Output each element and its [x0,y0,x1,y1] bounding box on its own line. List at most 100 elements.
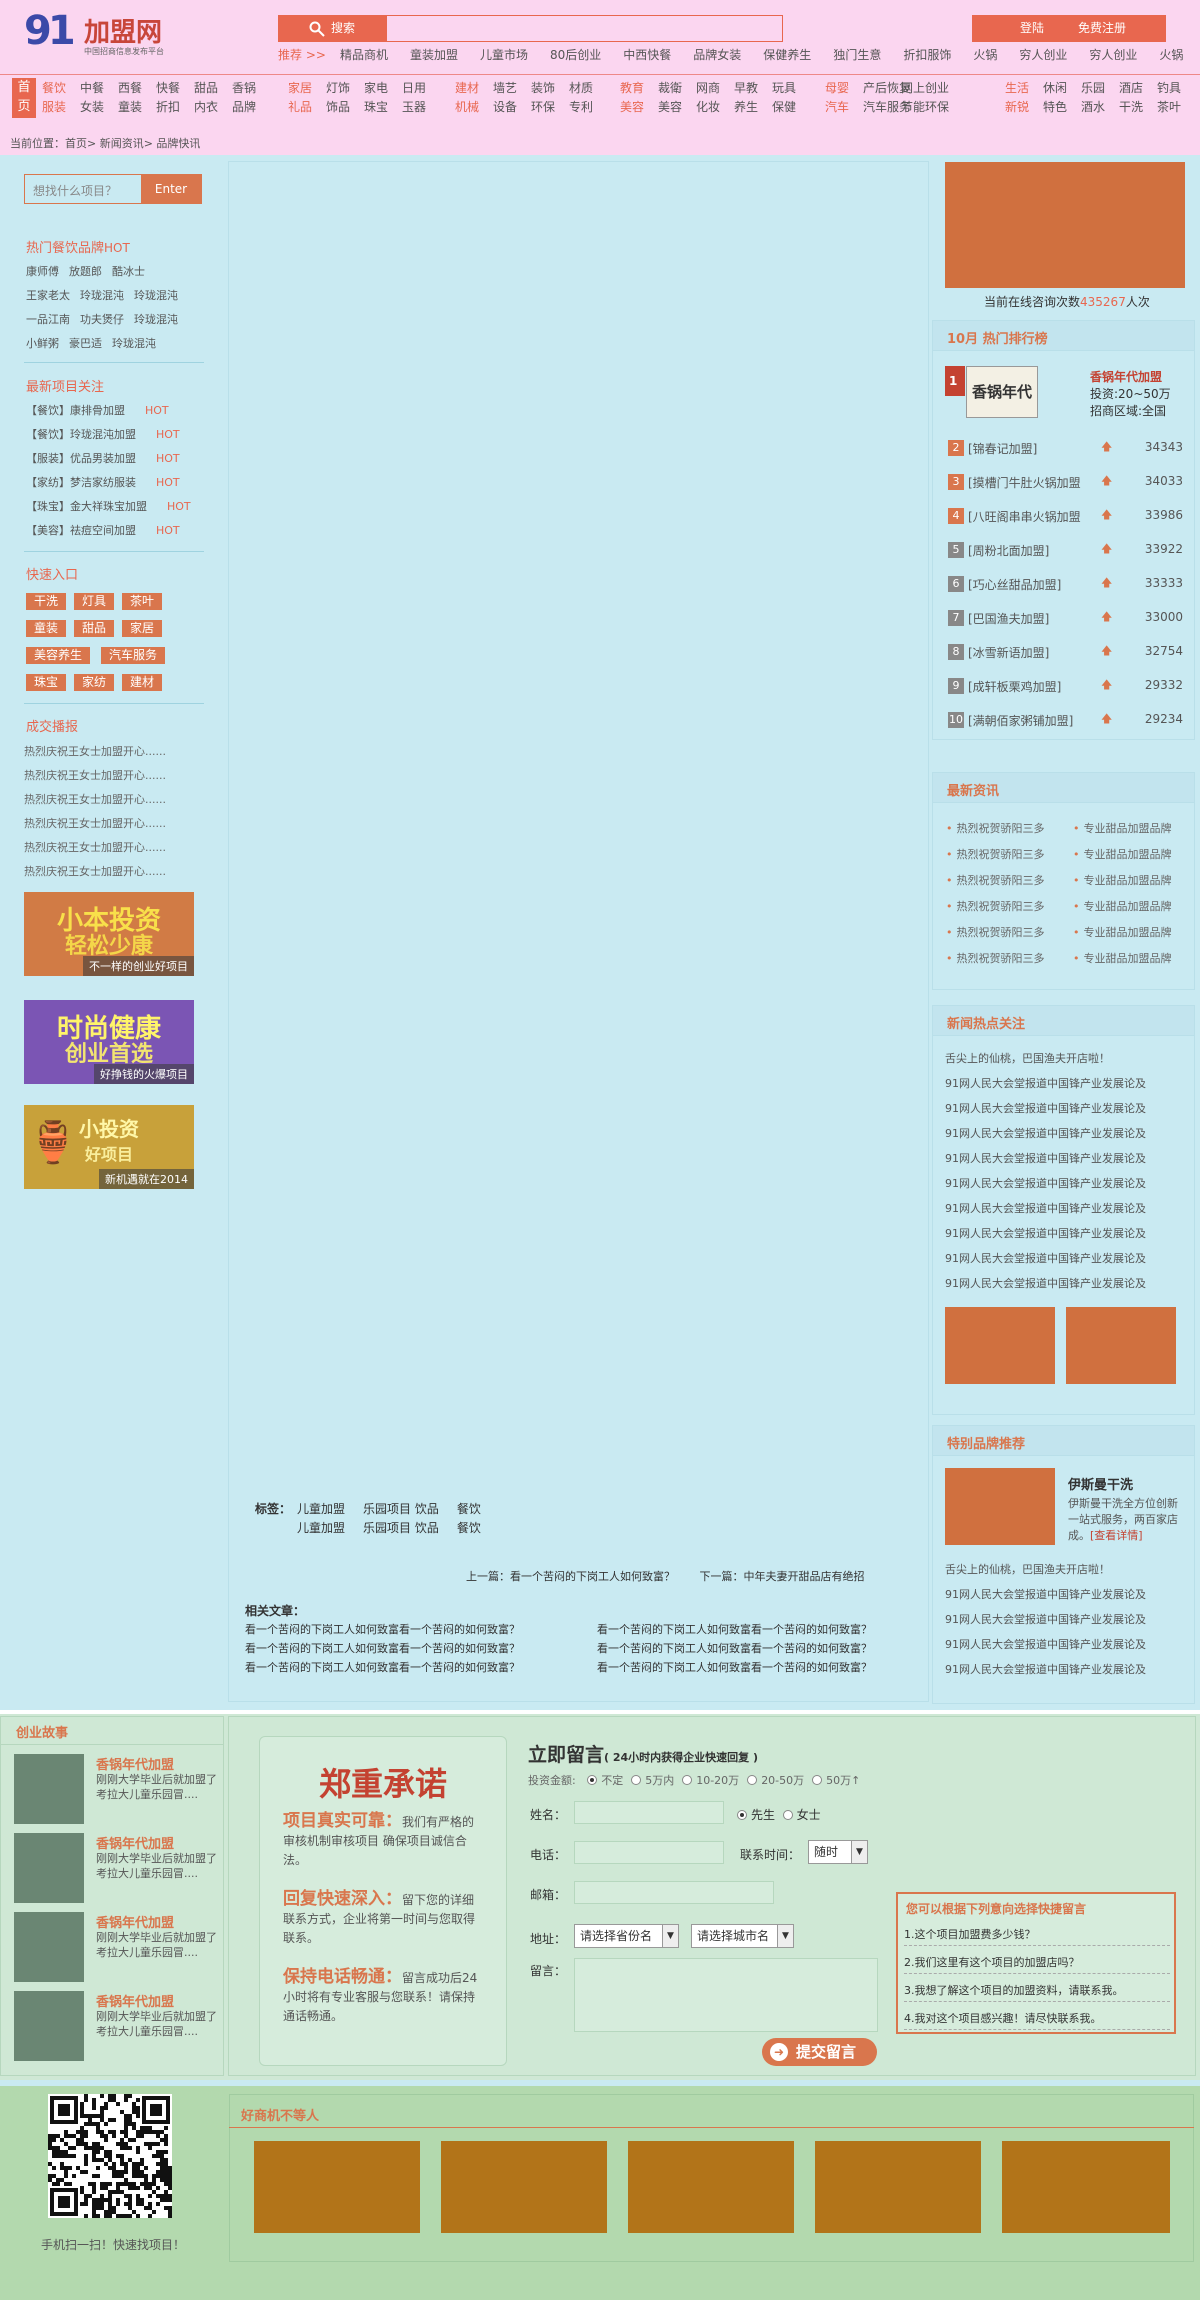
news-link[interactable]: 热烈祝贺骄阳三多 [946,846,1045,862]
news-link[interactable]: 热烈祝贺骄阳三多 [946,898,1045,914]
category-link[interactable]: 网上创业 [901,79,949,98]
category-link[interactable]: 西餐 [118,79,156,98]
category-link[interactable]: 快餐 [156,79,194,98]
quick-message-option[interactable]: 1.这个项目加盟费多少钱？ [904,1926,1170,1946]
goods-image[interactable] [254,2141,420,2233]
deal-item[interactable]: 热烈庆祝王女士加盟开心...... [24,863,166,879]
brand-more-link[interactable]: [查看详情] [1090,1529,1143,1542]
rank-name[interactable]: [巴国渔夫加盟] [968,610,1049,627]
category-link[interactable]: 节能环保 [901,98,949,117]
category-link[interactable]: 茶叶 [1157,98,1195,117]
brand-news-link[interactable]: 91网人民大会堂报道中国锋产业发展论及 [945,1636,1146,1652]
category-link[interactable]: 墙艺 [493,79,531,98]
name-input[interactable] [574,1801,724,1824]
rank-name[interactable]: [八旺阁串串火锅加盟 [968,508,1081,525]
recommend-link[interactable]: 童装加盟 [410,46,458,63]
news-link[interactable]: 专业甜品加盟品牌 [1073,898,1172,914]
hot-news-link[interactable]: 91网人民大会堂报道中国锋产业发展论及 [945,1150,1146,1166]
story-item[interactable]: 香锅年代加盟 刚刚大学毕业后就加盟了考拉大儿童乐园冒.... [14,1833,224,1903]
category-link[interactable]: 干洗 [1119,98,1157,117]
rank-1-name[interactable]: 香锅年代加盟 [1090,368,1162,385]
ranking-item[interactable]: 5 [周粉北面加盟] 🡅 33922 [948,540,1183,562]
login-link[interactable]: 登陆 [1020,15,1044,42]
category-link[interactable]: 乐园 [1081,79,1119,98]
category-link[interactable]: 女装 [80,98,118,117]
story-item[interactable]: 香锅年代加盟 刚刚大学毕业后就加盟了考拉大儿童乐园冒.... [14,1912,224,1982]
category-main-link[interactable]: 生活 [1005,79,1043,98]
hot-news-link[interactable]: 91网人民大会堂报道中国锋产业发展论及 [945,1200,1146,1216]
story-title-link[interactable]: 香锅年代加盟 [96,1833,174,1852]
message-textarea[interactable] [574,1958,878,2032]
city-select[interactable]: 请选择城市名 ▼ [691,1924,794,1948]
category-main-link[interactable]: 服装 [42,98,80,117]
phone-input[interactable] [574,1841,724,1864]
quick-tag[interactable]: 童装 [26,620,67,637]
hot-news-link[interactable]: 舌尖上的仙桃，巴国渔夫开店啦！ [945,1050,1110,1066]
new-project-link[interactable]: 【家纺】梦洁家纺服装 [26,476,136,489]
new-project-item[interactable]: 【服装】优品男装加盟 HOT [26,450,190,466]
home-link[interactable]: 首页 [12,78,36,118]
amount-radio[interactable] [747,1775,758,1785]
ranking-item[interactable]: 9 [成轩板栗鸡加盟] 🡅 29332 [948,676,1183,698]
quick-tag[interactable]: 珠宝 [26,674,67,691]
category-link[interactable]: 玩具 [772,79,810,98]
category-link[interactable]: 童装 [118,98,156,117]
category-link[interactable]: 网商 [696,79,734,98]
category-link[interactable]: 汽车服务 [863,98,911,117]
search-button[interactable]: 搜索 [279,16,387,41]
news-link[interactable]: 专业甜品加盟品牌 [1073,872,1172,888]
category-link[interactable]: 休闲 [1043,79,1081,98]
category-link[interactable]: 化妆 [696,98,734,117]
category-main-link[interactable]: 母婴 [825,79,863,98]
category-link[interactable]: 家电 [364,79,402,98]
recommend-link[interactable]: 80后创业 [550,46,601,63]
amount-option[interactable]: 不定 [587,1774,623,1787]
tag-link[interactable]: 儿童加盟 [297,1521,345,1535]
category-link[interactable]: 内衣 [194,98,232,117]
hot-brand-link[interactable]: 玲珑混沌 [80,289,124,302]
category-link[interactable]: 产后恢复 [863,79,911,98]
related-link[interactable]: 看一个苦闷的下岗工人如何致富看一个苦闷的如何致富？ [597,1640,872,1656]
male-radio[interactable] [737,1810,747,1820]
rank-name[interactable]: [冰雪新语加盟] [968,644,1049,661]
hot-brand-link[interactable]: 康师傅 [26,265,59,278]
tag-link[interactable]: 乐园项目 饮品 [363,1521,439,1535]
ranking-item[interactable]: 6 [巧心丝甜品加盟] 🡅 33333 [948,574,1183,596]
category-link[interactable]: 珠宝 [364,98,402,117]
province-select[interactable]: 请选择省份名 ▼ [574,1924,679,1948]
site-logo[interactable]: 91 加盟网 中国招商信息发布平台 [24,8,184,56]
hot-news-link[interactable]: 91网人民大会堂报道中国锋产业发展论及 [945,1250,1146,1266]
category-link[interactable]: 酒水 [1081,98,1119,117]
category-main-link[interactable]: 新锐 [1005,98,1043,117]
news-link[interactable]: 热烈祝贺骄阳三多 [946,872,1045,888]
recommend-link[interactable]: 品牌女装 [693,46,741,63]
story-title-link[interactable]: 香锅年代加盟 [96,1912,174,1931]
tag-link[interactable]: 儿童加盟 [297,1502,345,1516]
category-link[interactable]: 甜品 [194,79,232,98]
ranking-item[interactable]: 7 [巴国渔夫加盟] 🡅 33000 [948,608,1183,630]
amount-option[interactable]: 5万内 [631,1774,674,1787]
brand-news-link[interactable]: 舌尖上的仙桃，巴国渔夫开店啦！ [945,1561,1110,1577]
goods-image[interactable] [1002,2141,1170,2233]
amount-radio[interactable] [812,1775,823,1785]
quick-tag[interactable]: 甜品 [74,620,115,637]
prev-article-link[interactable]: 上一篇：看一个苦闷的下岗工人如何致富？ [466,1570,675,1583]
left-ad-banner[interactable]: 时尚健康 创业首选 好挣钱的火爆项目 [24,1000,194,1084]
hot-brand-link[interactable]: 王家老太 [26,289,70,302]
recommend-link[interactable]: 精品商机 [340,46,388,63]
hot-brand-link[interactable]: 豪巴适 [69,337,102,350]
amount-option[interactable]: 10-20万 [682,1774,739,1787]
brand-news-link[interactable]: 91网人民大会堂报道中国锋产业发展论及 [945,1611,1146,1627]
left-ad-banner[interactable]: 小本投资 轻松少康 不一样的创业好项目 [24,892,194,976]
tag-link[interactable]: 餐饮 [457,1521,481,1535]
hot-brand-link[interactable]: 功夫煲仔 [80,313,124,326]
quick-tag[interactable]: 建材 [122,674,163,691]
story-item[interactable]: 香锅年代加盟 刚刚大学毕业后就加盟了考拉大儿童乐园冒.... [14,1991,224,2061]
new-project-item[interactable]: 【美容】祛痘空间加盟 HOT [26,522,190,538]
ranking-item[interactable]: 3 [摸槽门牛肚火锅加盟 🡅 34033 [948,472,1183,494]
news-link[interactable]: 专业甜品加盟品牌 [1073,924,1172,940]
category-link[interactable]: 环保 [531,98,569,117]
hot-brand-link[interactable]: 玲珑混沌 [134,313,178,326]
rank-name[interactable]: [满朝佰家粥铺加盟] [968,712,1073,729]
hot-brand-link[interactable]: 玲珑混沌 [134,289,178,302]
